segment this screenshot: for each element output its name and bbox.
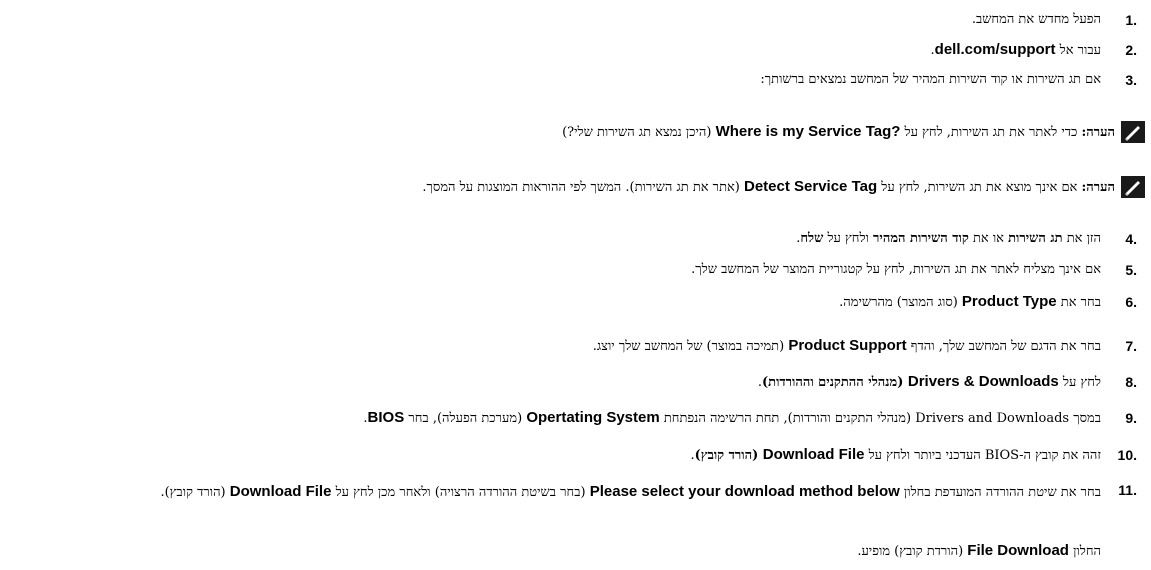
step-number: 5. (1125, 262, 1137, 278)
step-text: בחר את הדגם של המחשב שלך, והדף Product S… (592, 337, 1101, 354)
pencil-note-icon (1121, 176, 1145, 198)
note-2: הערה: אם אינך מוצא את תג השירות, לחץ על … (0, 176, 1151, 200)
step-text: עבור אל dell.com/support. (930, 41, 1101, 58)
document-page: 1. הפעל מחדש את המחשב. 2. עבור אל dell.c… (0, 0, 1151, 570)
note-label: הערה: (1081, 125, 1116, 140)
step-number: 7. (1125, 338, 1137, 354)
note-text: הערה: אם אינך מוצא את תג השירות, לחץ על … (422, 178, 1116, 195)
send-button-label: שלח (800, 231, 824, 246)
note-text: הערה: כדי לאתר את תג השירות, לחץ על Wher… (562, 123, 1116, 140)
step-number: 3. (1125, 72, 1137, 88)
step-text: זהה את קובץ ה-BIOS העדכני ביותר ולחץ על … (690, 446, 1101, 463)
step-number: 8. (1125, 374, 1137, 390)
step-text: אם תג השירות או קוד השירות המהיר של המחש… (760, 72, 1101, 87)
step-number: 9. (1125, 410, 1137, 426)
step-text: בחר את שיטת ההורדה המועדפת בחלון Please … (160, 483, 1101, 500)
detect-service-tag-link[interactable]: Detect Service Tag (744, 178, 877, 195)
where-is-service-tag-link[interactable]: Where is my Service Tag? (716, 123, 901, 140)
support-link[interactable]: dell.com/support (935, 41, 1056, 58)
step-text: אם אינך מצליח לאתר את תג השירות, לחץ על … (691, 262, 1101, 277)
step-number: 10. (1117, 447, 1137, 463)
step-number: 6. (1125, 294, 1137, 310)
result-text: החלון File Download (הורדת קובץ) מופיע. (857, 542, 1101, 559)
step-text: בחר את Product Type (סוג המוצר) מהרשימה. (839, 293, 1101, 310)
step-text: לחץ על Drivers & Downloads (מנהלי ההתקני… (757, 373, 1101, 390)
pencil-note-icon (1121, 121, 1145, 143)
step-number: 2. (1125, 42, 1137, 58)
step-number: 1. (1125, 12, 1137, 28)
step-text: הזן את תג השירות או את קוד השירות המהיר … (796, 231, 1101, 246)
note-label: הערה: (1081, 180, 1116, 195)
step-text: הפעל מחדש את המחשב. (971, 12, 1101, 27)
step-number: 4. (1125, 231, 1137, 247)
note-1: הערה: כדי לאתר את תג השירות, לחץ על Wher… (0, 121, 1151, 145)
step-number: 11. (1118, 482, 1137, 498)
step-text: במסך Drivers and Downloads (מנהלי התקנים… (363, 409, 1101, 426)
